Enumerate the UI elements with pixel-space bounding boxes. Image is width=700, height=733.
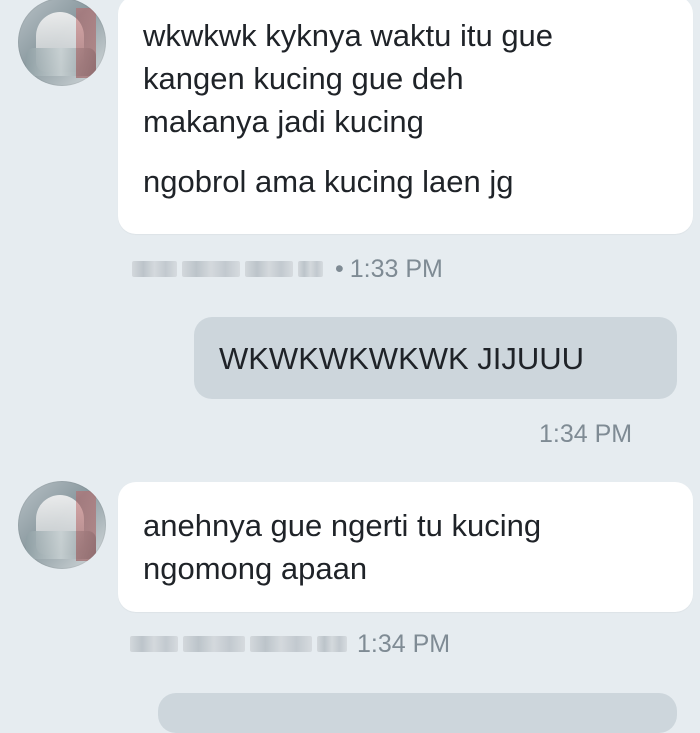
blurred-name-part <box>298 261 323 277</box>
avatar[interactable] <box>18 0 106 86</box>
message-bubble-outgoing[interactable]: WKWKWKWKWK JIJUUU <box>194 317 677 399</box>
message-bubble-incoming[interactable]: anehnya gue ngerti tu kucing ngomong apa… <box>118 482 693 612</box>
sender-name-blurred <box>132 261 323 277</box>
timestamp: 1:34 PM <box>539 419 633 448</box>
message-bubble-outgoing-partial[interactable] <box>158 693 677 733</box>
blurred-name-part <box>250 636 312 652</box>
blurred-name-part <box>245 261 293 277</box>
message-meta: 1:34 PM <box>539 417 632 451</box>
message-line: anehnya gue ngerti tu kucing <box>143 508 542 543</box>
blurred-name-part <box>130 636 178 652</box>
blurred-name-part <box>132 261 177 277</box>
timestamp: 1:34 PM <box>357 629 451 658</box>
time-separator: • <box>335 254 344 283</box>
blurred-name-part <box>317 636 347 652</box>
message-bubble-incoming[interactable]: wkwkwk kyknya waktu itu gue kangen kucin… <box>118 0 693 234</box>
message-meta: 1:34 PM <box>130 627 450 661</box>
message-line: WKWKWKWKWK JIJUUU <box>219 341 585 376</box>
avatar[interactable] <box>18 481 106 569</box>
avatar-photo-shape <box>76 491 96 561</box>
blurred-name-part <box>182 261 240 277</box>
message-line: wkwkwk kyknya waktu itu gue <box>143 18 554 53</box>
message-line: ngobrol ama kucing laen jg <box>143 164 514 199</box>
timestamp: 1:33 PM <box>349 254 443 283</box>
message-line: kangen kucing gue deh <box>143 61 464 96</box>
avatar-photo-shape <box>76 8 96 78</box>
blurred-name-part <box>183 636 245 652</box>
chat-thread: wkwkwk kyknya waktu itu gue kangen kucin… <box>0 0 700 733</box>
message-meta: • 1:33 PM <box>132 252 443 286</box>
sender-name-blurred <box>130 636 347 652</box>
message-line: makanya jadi kucing <box>143 104 424 139</box>
message-line: ngomong apaan <box>143 551 368 586</box>
